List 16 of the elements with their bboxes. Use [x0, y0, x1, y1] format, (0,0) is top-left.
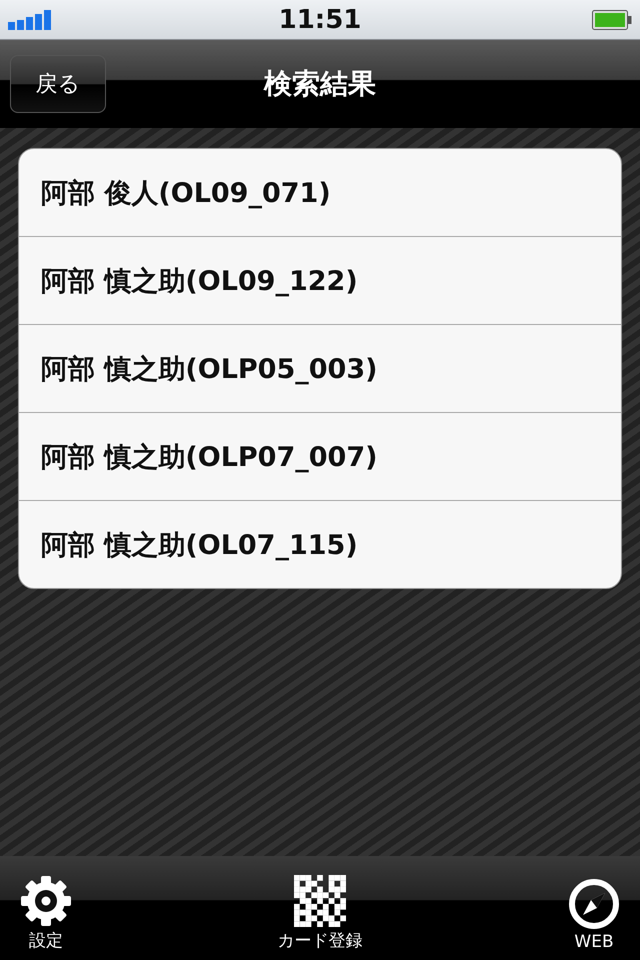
tab-button[interactable]: WEB — [568, 878, 620, 952]
result-row[interactable]: 阿部 慎之助(OLP07_007) — [19, 412, 621, 500]
screen-title: 検索結果 — [264, 66, 376, 102]
battery-icon — [592, 10, 632, 30]
tab-button[interactable]: 設定 — [20, 875, 72, 952]
compass-icon — [568, 878, 620, 930]
qr-code-icon — [294, 875, 346, 927]
signal-icon — [8, 10, 54, 30]
result-row[interactable]: 阿部 慎之助(OLP05_003) — [19, 324, 621, 412]
settings-icon — [20, 875, 72, 927]
clock-time: 11:51 — [278, 4, 362, 34]
result-row[interactable]: 阿部 慎之助(OL09_122) — [19, 236, 621, 324]
back-button[interactable]: 戻る — [10, 55, 106, 113]
tab-button[interactable]: カード登録 — [278, 875, 362, 952]
result-row[interactable]: 阿部 俊人(OL09_071) — [19, 149, 621, 236]
result-row[interactable]: 阿部 慎之助(OL07_115) — [19, 500, 621, 588]
